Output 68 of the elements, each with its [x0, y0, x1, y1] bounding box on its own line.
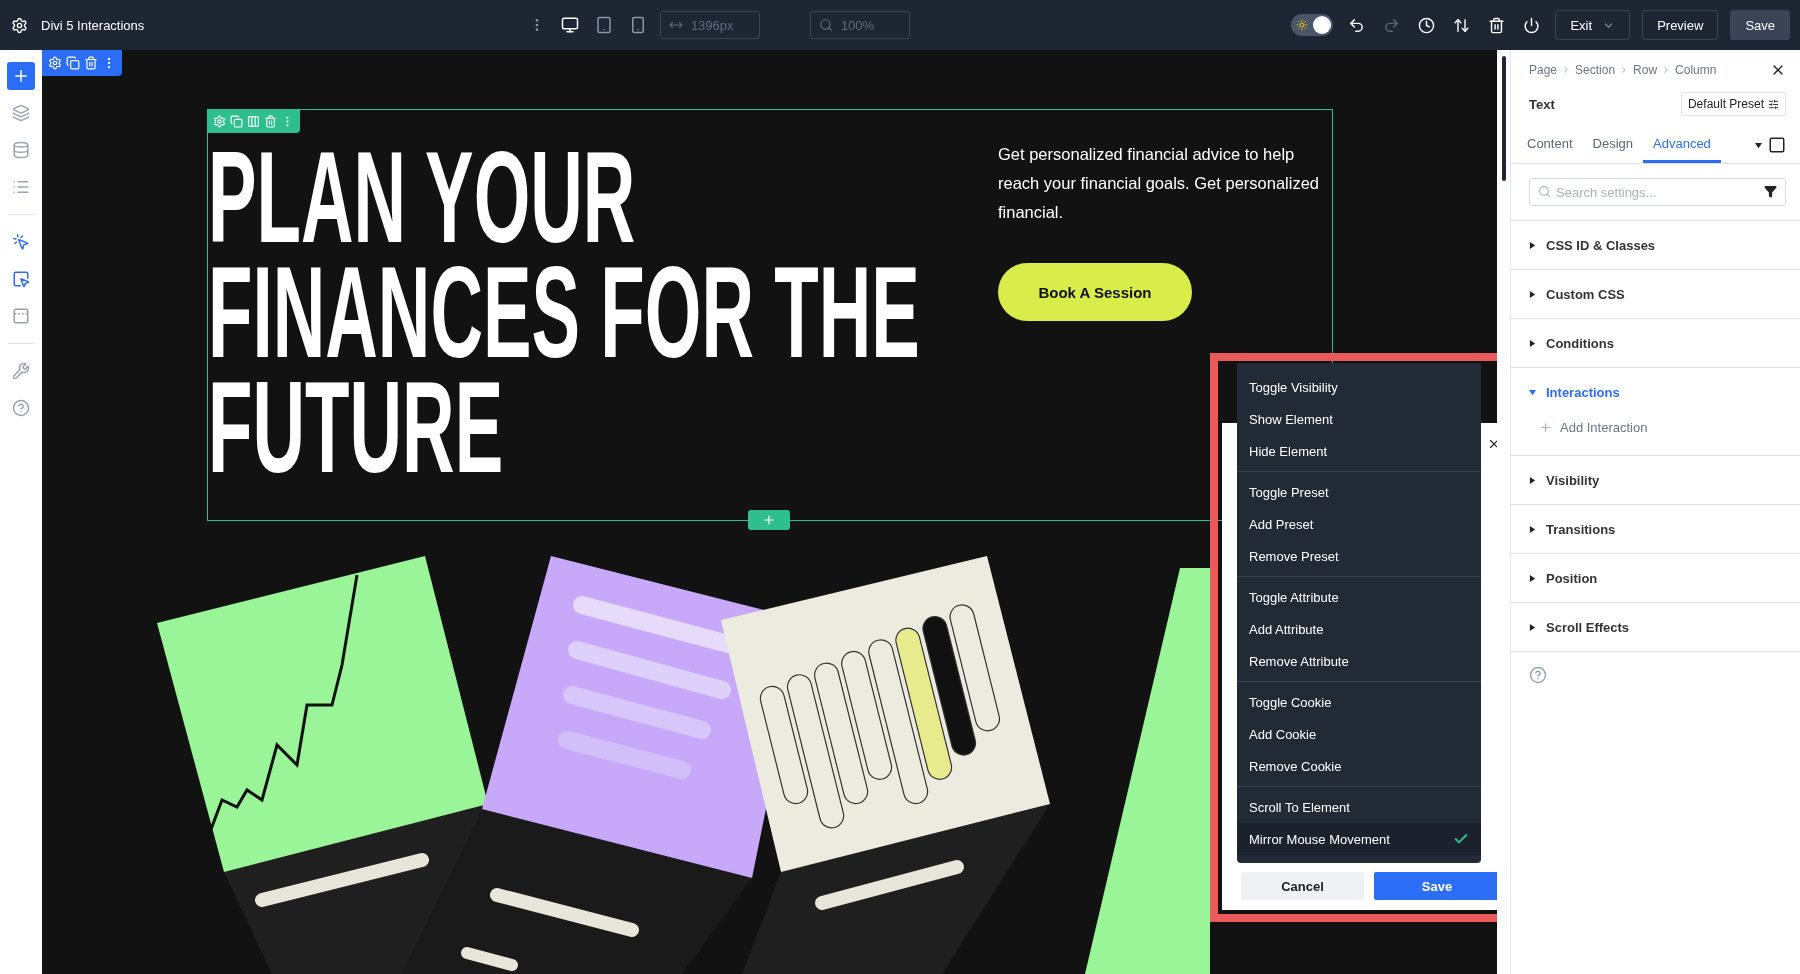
- search-icon: [818, 18, 833, 32]
- preset-dropdown[interactable]: Default Preset: [1680, 92, 1786, 116]
- triangle-icon: [1529, 241, 1536, 249]
- menu-item[interactable]: Remove Cookie: [1237, 750, 1481, 782]
- menu-item[interactable]: Toggle Attribute: [1237, 581, 1481, 613]
- hero-heading: PLAN YOUR FINANCES FOR THE FUTURE: [208, 140, 921, 485]
- search-icon: [1538, 185, 1551, 198]
- duplicate-icon[interactable]: [230, 114, 243, 128]
- book-session-button[interactable]: Book A Session: [998, 263, 1192, 321]
- scrollbar-thumb[interactable]: [1501, 56, 1506, 181]
- duplicate-icon[interactable]: [66, 56, 80, 70]
- panel-tab[interactable]: Advanced: [1643, 127, 1721, 163]
- menu-item[interactable]: Add Cookie: [1237, 718, 1481, 750]
- menu-item[interactable]: Toggle Cookie: [1237, 686, 1481, 718]
- add-icon[interactable]: [7, 62, 35, 90]
- add-interaction-link[interactable]: Add Interaction: [1511, 416, 1648, 455]
- settings-section[interactable]: Visibility: [1511, 456, 1800, 504]
- panel-tab[interactable]: Design: [1582, 127, 1643, 163]
- triangle-icon: [1529, 574, 1536, 582]
- settings-section[interactable]: Scroll Effects: [1511, 603, 1800, 651]
- settings-section[interactable]: CSS ID & Classes: [1511, 221, 1800, 269]
- menu-item[interactable]: Add Attribute: [1237, 613, 1481, 645]
- menu-item[interactable]: Toggle Preset: [1237, 476, 1481, 508]
- menu-item[interactable]: Add Preset: [1237, 508, 1481, 540]
- cancel-button[interactable]: Cancel: [1241, 872, 1364, 900]
- breadcrumb-link[interactable]: Section: [1575, 63, 1616, 77]
- menu-item[interactable]: Hide Element: [1237, 435, 1481, 467]
- width-value: 1396px: [690, 17, 734, 33]
- save-button[interactable]: Save: [1730, 10, 1790, 40]
- exit-button[interactable]: Exit: [1555, 10, 1631, 40]
- panel-tab[interactable]: Content: [1517, 127, 1583, 163]
- settings-section[interactable]: Position: [1511, 554, 1800, 602]
- triangle-icon: [1529, 623, 1536, 631]
- menu-item[interactable]: Toggle Visibility: [1237, 371, 1481, 403]
- sliders-icon: [1768, 98, 1779, 110]
- breadcrumb-link[interactable]: Column: [1675, 63, 1717, 77]
- menu-item[interactable]: Remove Attribute: [1237, 645, 1481, 677]
- help-icon[interactable]: [1529, 666, 1547, 684]
- search-field[interactable]: Search settings...: [1529, 178, 1786, 206]
- menu-item[interactable]: Remove Preset: [1237, 540, 1481, 572]
- filter-icon[interactable]: [1764, 185, 1777, 198]
- breadcrumb-link[interactable]: Page: [1529, 63, 1558, 77]
- triangle-icon: [1529, 339, 1536, 347]
- triangle-icon: [1529, 476, 1536, 484]
- hero-text: Get personalized financial advice to help reach your financial goals. Get personalized financial.: [998, 144, 1321, 223]
- menu-item[interactable]: Scroll To Element: [1237, 791, 1481, 823]
- plus-icon: [1539, 421, 1552, 434]
- triangle-icon: [1529, 525, 1536, 533]
- zoom-value: 100%: [840, 17, 875, 33]
- square-icon[interactable]: [1768, 136, 1786, 154]
- window-title: Divi 5 Interactions: [41, 17, 145, 33]
- save-button[interactable]: Save: [1374, 872, 1497, 900]
- triangle-icon: [1529, 290, 1536, 298]
- settings-section[interactable]: Transitions: [1511, 505, 1800, 553]
- settings-section[interactable]: Interactions: [1511, 368, 1800, 416]
- settings-section[interactable]: Conditions: [1511, 319, 1800, 367]
- caret-icon[interactable]: [1755, 141, 1762, 149]
- breadcrumb-link[interactable]: Row: [1633, 63, 1658, 77]
- sun-icon: [1296, 19, 1309, 31]
- preview-button[interactable]: Preview: [1642, 10, 1719, 40]
- theme-toggle[interactable]: [1291, 14, 1334, 36]
- plus-icon: [762, 513, 776, 527]
- menu-item[interactable]: Mirror Mouse Movement: [1237, 823, 1481, 855]
- columns-icon[interactable]: [247, 114, 260, 128]
- settings-section[interactable]: Custom CSS: [1511, 270, 1800, 318]
- triangle-icon: [1529, 388, 1536, 396]
- module-name: Text: [1529, 96, 1555, 112]
- menu-item[interactable]: Show Element: [1237, 403, 1481, 435]
